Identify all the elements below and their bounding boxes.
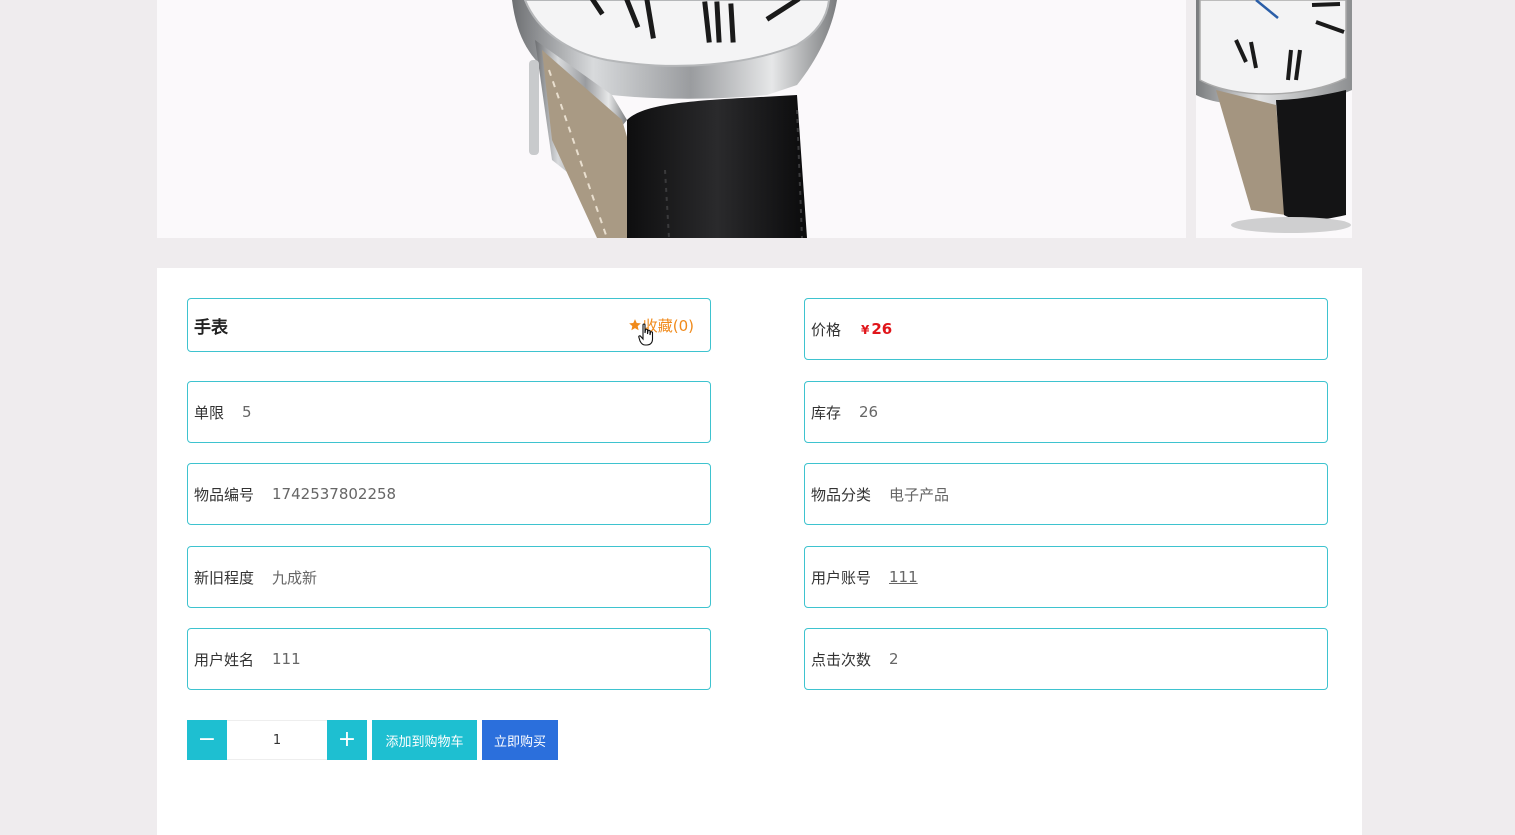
limit-field: 单限 5 — [187, 381, 711, 443]
main-product-image — [157, 0, 1186, 238]
currency-symbol: ¥ — [861, 323, 870, 337]
item-number-label: 物品编号 — [194, 485, 255, 504]
increase-quantity-button[interactable]: + — [327, 720, 367, 760]
watch-image — [512, 0, 837, 238]
star-icon — [628, 319, 641, 331]
user-name-field: 用户姓名 111 — [187, 628, 711, 690]
favorite-button[interactable]: 收藏(0) — [628, 315, 694, 346]
stock-label: 库存 — [811, 403, 842, 422]
condition-field: 新旧程度 九成新 — [187, 546, 711, 608]
click-count-value: 2 — [889, 650, 899, 668]
item-number-field: 物品编号 1742537802258 — [187, 463, 711, 525]
condition-label: 新旧程度 — [194, 568, 255, 587]
user-name-label: 用户姓名 — [194, 650, 255, 669]
quantity-stepper: − + — [187, 720, 367, 760]
item-number-value: 1742537802258 — [272, 485, 397, 503]
stock-field: 库存 26 — [804, 381, 1328, 443]
category-value: 电子产品 — [889, 485, 950, 504]
limit-label: 单限 — [194, 403, 225, 422]
favorite-label: 收藏(0) — [642, 316, 694, 335]
product-name: 手表 — [194, 317, 228, 338]
user-name-value: 111 — [272, 650, 301, 668]
thumbnail-product-image[interactable] — [1196, 0, 1352, 238]
price-label: 价格 — [811, 320, 842, 339]
condition-value: 九成新 — [272, 568, 318, 587]
price-value: ¥26 — [861, 320, 892, 338]
user-account-link[interactable]: 111 — [889, 568, 918, 586]
product-title-box: 手表 收藏(0) — [187, 298, 711, 352]
price-field: 价格 ¥26 — [804, 298, 1328, 360]
click-count-label: 点击次数 — [811, 650, 872, 669]
category-label: 物品分类 — [811, 485, 872, 504]
add-to-cart-button[interactable]: 添加到购物车 — [372, 720, 477, 760]
buy-now-button[interactable]: 立即购买 — [482, 720, 558, 760]
click-count-field: 点击次数 2 — [804, 628, 1328, 690]
product-detail-panel: 手表 收藏(0) 价格 ¥26 单限 5 库存 26 物品编号 17425378… — [157, 268, 1362, 835]
watch-thumbnail — [1196, 0, 1352, 233]
limit-value: 5 — [242, 403, 252, 421]
product-gallery — [157, 0, 1352, 238]
category-field: 物品分类 电子产品 — [804, 463, 1328, 525]
decrease-quantity-button[interactable]: − — [187, 720, 227, 760]
stock-value: 26 — [859, 403, 879, 421]
price-amount: 26 — [871, 320, 893, 338]
user-account-label: 用户账号 — [811, 568, 872, 587]
quantity-input[interactable] — [227, 720, 327, 760]
user-account-field: 用户账号 111 — [804, 546, 1328, 608]
